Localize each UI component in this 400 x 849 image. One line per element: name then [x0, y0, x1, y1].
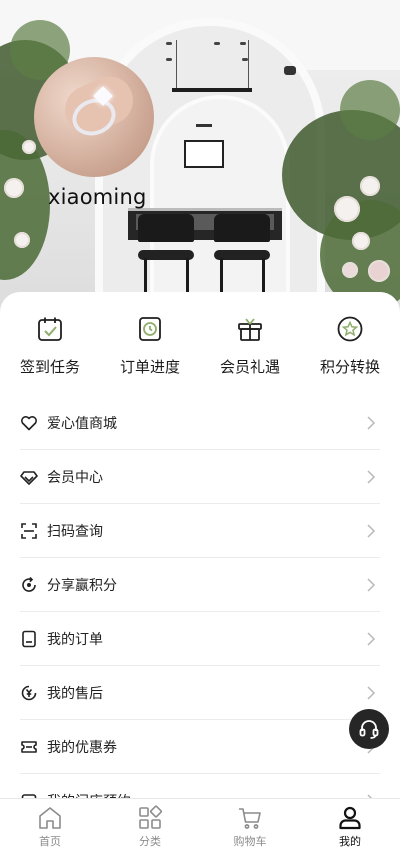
pendant-wire	[176, 40, 177, 88]
coupon-icon	[20, 738, 38, 756]
menu-item-my-coupons[interactable]: 我的优惠券	[20, 720, 380, 774]
chevron-right-icon	[367, 632, 376, 646]
quick-action-label: 会员礼遇	[219, 358, 280, 376]
menu-item-label: 我的售后	[47, 685, 103, 702]
quick-action-label: 签到任务	[19, 358, 80, 376]
tab-label: 首页	[39, 835, 61, 848]
menu-item-label: 分享赢积分	[47, 577, 117, 594]
tab-home[interactable]: 首页	[0, 799, 100, 849]
chevron-right-icon	[367, 578, 376, 592]
chevron-right-icon	[367, 470, 376, 484]
pendant-wire	[248, 40, 249, 88]
ceiling-light	[166, 58, 172, 61]
flower	[352, 232, 370, 250]
clock-document-icon	[135, 314, 165, 344]
quick-action-member-benefits[interactable]: 会员礼遇	[200, 314, 300, 384]
menu-item-after-sales[interactable]: 我的售后	[20, 666, 380, 720]
profile-content-card: 签到任务 订单进度 会员礼遇 积分转换 爱心值商城 会员中心 扫码查询 分享赢积…	[0, 292, 400, 828]
cart-icon	[237, 805, 263, 831]
chevron-right-icon	[367, 686, 376, 700]
account-menu-list: 爱心值商城 会员中心 扫码查询 分享赢积分 我的订单 我的售后 我的优惠券	[20, 396, 380, 828]
flower	[14, 232, 30, 248]
quick-action-label: 积分转换	[319, 358, 380, 376]
flower	[368, 260, 390, 282]
menu-item-scan-query[interactable]: 扫码查询	[20, 504, 380, 558]
stool-back	[138, 214, 194, 242]
avatar[interactable]	[34, 57, 154, 177]
quick-action-order-progress[interactable]: 订单进度	[100, 314, 200, 384]
tab-label: 购物车	[233, 835, 267, 848]
order-document-icon	[20, 630, 38, 648]
category-grid-icon	[137, 805, 163, 831]
username[interactable]: xiaoming	[48, 185, 147, 209]
scan-icon	[20, 522, 38, 540]
gift-box-icon	[235, 314, 265, 344]
flower	[22, 140, 36, 154]
calendar-check-icon	[35, 314, 65, 344]
tab-label: 我的	[339, 835, 361, 848]
profile-header-background: xiaoming	[0, 0, 400, 320]
quick-action-label: 订单进度	[119, 358, 180, 376]
ceiling-light	[214, 42, 220, 45]
menu-item-member-center[interactable]: 会员中心	[20, 450, 380, 504]
diamond-icon	[20, 468, 38, 486]
chevron-right-icon	[367, 524, 376, 538]
flower	[342, 262, 358, 278]
share-refresh-icon	[20, 576, 38, 594]
quick-action-checkin[interactable]: 签到任务	[0, 314, 100, 384]
menu-item-my-orders[interactable]: 我的订单	[20, 612, 380, 666]
flower	[334, 196, 360, 222]
menu-item-label: 会员中心	[47, 469, 103, 486]
headset-icon	[359, 720, 379, 739]
picture-light	[196, 124, 212, 127]
pendant-light	[172, 88, 252, 92]
security-camera	[284, 66, 296, 75]
foliage	[340, 80, 400, 140]
star-circle-icon	[335, 314, 365, 344]
menu-item-label: 爱心值商城	[47, 415, 117, 432]
menu-item-label: 我的优惠券	[47, 739, 117, 756]
tab-category[interactable]: 分类	[100, 799, 200, 849]
tab-mine[interactable]: 我的	[300, 799, 400, 849]
ceiling-light	[240, 42, 246, 45]
heart-icon	[20, 414, 38, 432]
user-icon	[337, 805, 363, 831]
flower	[4, 178, 24, 198]
home-icon	[37, 805, 63, 831]
quick-action-points-convert[interactable]: 积分转换	[300, 314, 400, 384]
customer-service-button[interactable]	[349, 709, 389, 749]
bottom-tab-bar: 首页 分类 购物车 我的	[0, 798, 400, 849]
ceiling-light	[166, 42, 172, 45]
tab-cart[interactable]: 购物车	[200, 799, 300, 849]
wall-picture-frame	[184, 140, 224, 168]
stool-back	[214, 214, 270, 242]
flower	[360, 176, 380, 196]
menu-item-love-points-mall[interactable]: 爱心值商城	[20, 396, 380, 450]
chevron-right-icon	[367, 416, 376, 430]
menu-item-share-earn-points[interactable]: 分享赢积分	[20, 558, 380, 612]
quick-actions-row: 签到任务 订单进度 会员礼遇 积分转换	[0, 314, 400, 384]
ceiling-light	[242, 58, 248, 61]
tab-label: 分类	[139, 835, 161, 848]
yen-service-icon	[20, 684, 38, 702]
menu-item-label: 扫码查询	[47, 523, 103, 540]
menu-item-label: 我的订单	[47, 631, 103, 648]
